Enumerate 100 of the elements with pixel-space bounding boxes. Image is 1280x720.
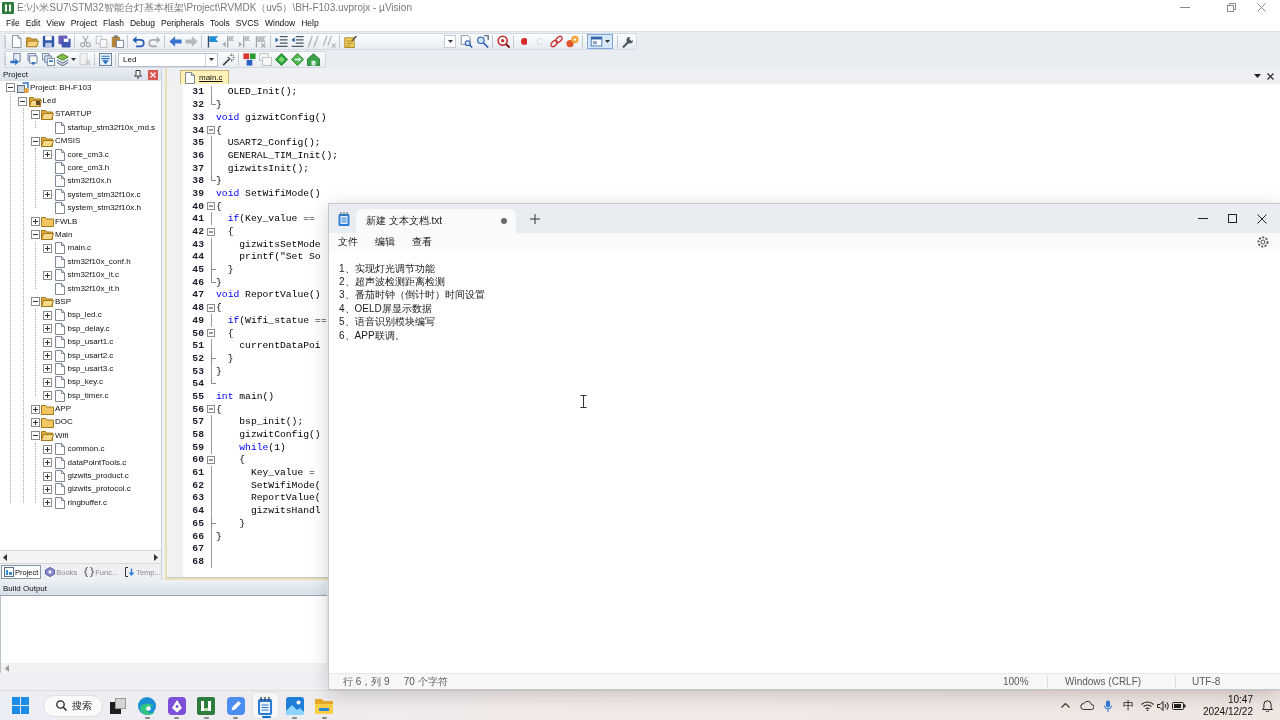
- pin-icon[interactable]: [134, 70, 142, 79]
- tree-item[interactable]: bsp_usart2.c: [67, 350, 114, 361]
- settings-icon[interactable]: [1257, 236, 1269, 248]
- tree-item[interactable]: Wifi: [55, 430, 69, 441]
- menu-item[interactable]: View: [43, 17, 68, 29]
- horizontal-scrollbar[interactable]: [0, 550, 161, 564]
- tree-item[interactable]: BSP: [55, 296, 71, 307]
- menu-item[interactable]: 编辑: [369, 235, 401, 249]
- menu-item[interactable]: File: [3, 17, 23, 29]
- diamond-icon[interactable]: [274, 53, 288, 66]
- dot-icon[interactable]: [520, 38, 528, 45]
- tree-item[interactable]: Main: [55, 230, 73, 240]
- magic-wand-icon[interactable]: [221, 53, 235, 66]
- menu-item[interactable]: Project: [67, 17, 101, 29]
- tree-item[interactable]: stm32f10x.h: [67, 176, 112, 187]
- input-method-toggle[interactable]: 中: [1123, 699, 1134, 712]
- tree-item[interactable]: Led: [42, 96, 56, 107]
- tree-item[interactable]: bsp_led.c: [67, 310, 102, 321]
- tree-item[interactable]: DOC: [55, 417, 73, 428]
- magnifier-icon[interactable]: [496, 35, 510, 48]
- tree-item[interactable]: bsp_usart1.c: [67, 337, 114, 348]
- microphone-icon[interactable]: [1103, 699, 1112, 712]
- plus-box-icon[interactable]: [43, 498, 52, 508]
- open-folder-icon[interactable]: [25, 35, 39, 48]
- tree-item[interactable]: bsp_delay.c: [67, 323, 110, 334]
- tree-item[interactable]: system_stm32f10x.h: [67, 203, 141, 214]
- undo-icon[interactable]: [131, 35, 145, 48]
- menu-item[interactable]: Peripherals: [157, 17, 207, 29]
- tree-item[interactable]: core_cm3.c: [67, 149, 109, 160]
- notepad-pen-icon[interactable]: [343, 35, 357, 48]
- tree-item[interactable]: common.c: [67, 444, 105, 455]
- menu-item[interactable]: 文件: [332, 235, 364, 249]
- flag-icon[interactable]: [205, 35, 219, 48]
- menu-item[interactable]: Window: [261, 17, 299, 29]
- menu-item[interactable]: 查看: [406, 235, 438, 249]
- dropdown-button[interactable]: [444, 35, 456, 48]
- tree-item[interactable]: Project: BH-F103: [30, 82, 92, 93]
- tree-item[interactable]: startup_stm32f10x_md.s: [67, 122, 156, 133]
- layers-icon[interactable]: [56, 53, 69, 66]
- tree-item[interactable]: stm32f10x_conf.h: [67, 256, 131, 267]
- pages-stack-icon[interactable]: [41, 53, 55, 66]
- clock-date[interactable]: 2024/12/22: [1202, 705, 1253, 718]
- minus-box-icon[interactable]: [30, 297, 40, 307]
- close-icon[interactable]: [1257, 213, 1267, 224]
- horizontal-scrollbar[interactable]: [0, 663, 327, 673]
- chevron-up-icon[interactable]: [1061, 703, 1070, 708]
- outdent-icon[interactable]: [290, 35, 304, 48]
- plus-box-icon[interactable]: [43, 471, 52, 481]
- plus-box-icon[interactable]: [43, 351, 52, 360]
- tree-item[interactable]: main.c: [67, 243, 92, 254]
- page-magnifier-icon[interactable]: [459, 35, 473, 48]
- document-tab[interactable]: 新建 文本文档.txt: [356, 209, 516, 233]
- tree-item[interactable]: FWLB: [55, 216, 78, 227]
- plus-box-icon[interactable]: [43, 270, 52, 280]
- house-icon[interactable]: [306, 53, 320, 66]
- plus-box-icon[interactable]: [43, 364, 52, 374]
- tree-item[interactable]: gizwits_product.c: [67, 471, 129, 481]
- minus-box-icon[interactable]: [30, 230, 40, 240]
- close-icon[interactable]: [1267, 72, 1274, 80]
- battery-icon[interactable]: [1172, 701, 1186, 710]
- tree-item[interactable]: system_stm32f10x.c: [67, 189, 141, 200]
- minus-box-icon[interactable]: [18, 96, 27, 106]
- minus-box-icon[interactable]: [30, 109, 40, 119]
- search-field[interactable]: 搜索: [43, 694, 103, 717]
- maximize-icon[interactable]: [1228, 214, 1237, 223]
- cloud-icon[interactable]: [1079, 701, 1094, 710]
- plus-box-icon[interactable]: [43, 310, 52, 320]
- minus-box-icon[interactable]: [30, 431, 40, 441]
- restore-icon[interactable]: [1227, 3, 1236, 12]
- wrench-icon[interactable]: [621, 35, 635, 48]
- plus-icon[interactable]: [530, 213, 540, 224]
- tree-item[interactable]: bsp_usart3.c: [67, 363, 114, 374]
- arrow-left-icon[interactable]: [168, 35, 182, 48]
- tree-item[interactable]: bsp_key.c: [67, 377, 103, 388]
- target-select[interactable]: Led: [118, 52, 218, 67]
- plus-box-icon[interactable]: [30, 404, 40, 414]
- diamond-arrow-icon[interactable]: [290, 53, 304, 66]
- editor-tab[interactable]: main.c: [180, 70, 229, 84]
- speaker-icon[interactable]: [1157, 700, 1169, 711]
- menu-item[interactable]: Edit: [22, 17, 44, 29]
- plus-box-icon[interactable]: [43, 337, 52, 347]
- tree-item[interactable]: ringbuffer.c: [67, 497, 107, 508]
- plus-box-icon[interactable]: [43, 243, 52, 253]
- blocks-icon[interactable]: [242, 53, 256, 66]
- tree-item[interactable]: bsp_timer.c: [67, 390, 109, 401]
- menu-item[interactable]: SVCS: [232, 17, 262, 29]
- floppy-disks-icon[interactable]: [57, 35, 71, 48]
- clipboard-icon[interactable]: [110, 35, 124, 48]
- menu-item[interactable]: Tools: [206, 17, 233, 29]
- minus-box-icon[interactable]: [5, 83, 15, 93]
- plus-box-icon[interactable]: [43, 391, 52, 401]
- plus-box-icon[interactable]: [43, 458, 52, 468]
- tree-item[interactable]: CMSIS: [55, 136, 81, 147]
- tree-item[interactable]: APP: [55, 404, 71, 415]
- page-icon[interactable]: [9, 35, 23, 48]
- tree-item[interactable]: stm32f10x_it.h: [67, 283, 120, 294]
- plus-box-icon[interactable]: [43, 444, 52, 454]
- dots-cluster-icon[interactable]: [565, 35, 579, 48]
- page-arrow-icon[interactable]: [9, 53, 23, 66]
- wifi-icon[interactable]: [1140, 700, 1154, 711]
